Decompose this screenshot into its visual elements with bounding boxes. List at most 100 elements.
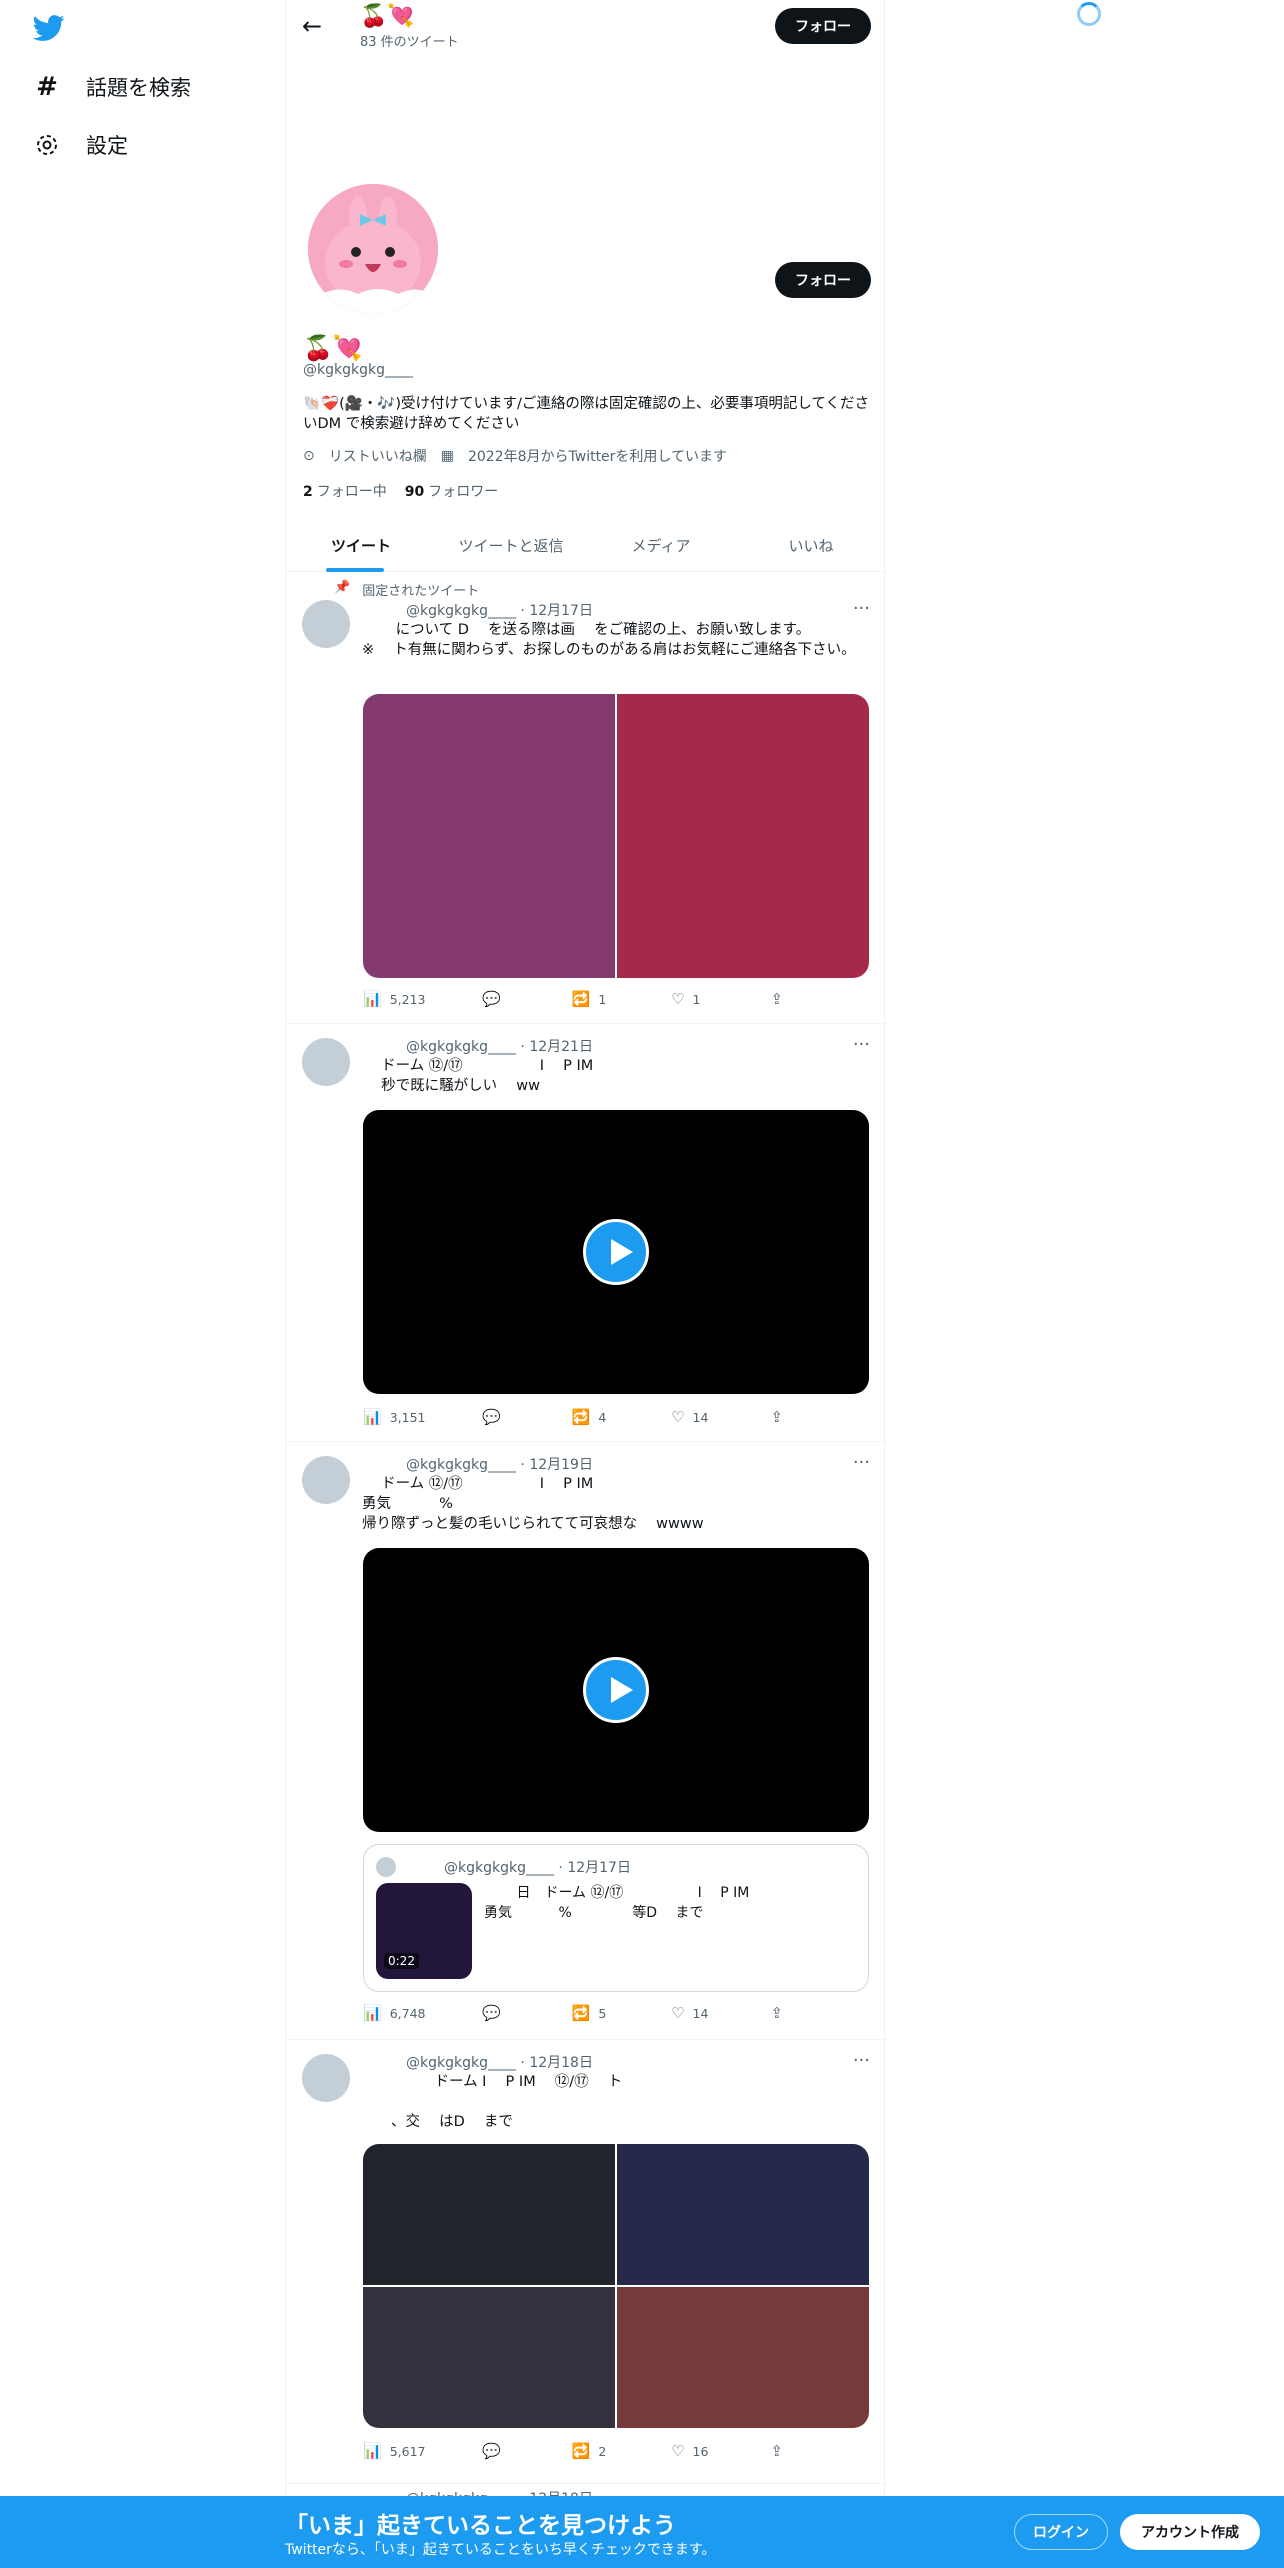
more-icon[interactable]: ··· [853,1452,870,1473]
tweet-actions: 📊 5,617 💬 🔁 2 ♡ 16 ⇪ [363,2442,783,2460]
avatar[interactable] [302,1038,350,1086]
reply-button[interactable]: 💬 [482,2442,571,2460]
quoted-tweet[interactable]: @kgkgkgkg____ · 12月17日 0:22 日 ドーム ⑫/⑰ I … [363,1844,869,1992]
views-count: 5,213 [389,991,426,1007]
following-link[interactable]: 2 フォロー中 [303,481,387,501]
retweet-button[interactable]: 🔁 2 [572,2442,671,2460]
play-icon[interactable] [583,1657,649,1723]
tweet-image[interactable] [617,694,869,978]
tweet-meta[interactable]: @kgkgkgkg____ · 12月21日 [406,1036,593,1056]
tweet-item[interactable]: @kgkgkgkg____ · 12月18日 ··· ドーム I P IM ⑫/… [286,2040,886,2484]
share-icon: ⇪ [770,1408,784,1426]
followers-label: フォロワー [428,484,499,500]
views-count: 5,617 [389,2443,426,2459]
retweet-count: 2 [598,2443,607,2459]
retweet-count: 5 [598,2005,607,2021]
tweet-image-grid[interactable] [363,2144,869,2428]
tweet-item[interactable]: @kgkgkgkg____ · 12月21日 ··· ドーム ⑫/⑰ I P I… [286,1024,886,1442]
views-button[interactable]: 📊 5,213 [363,990,482,1008]
more-icon[interactable]: ··· [853,598,870,619]
like-button[interactable]: ♡ 16 [671,2442,770,2460]
bunny-avatar-image [308,184,438,314]
pinned-label: 固定されたツイート [362,584,480,599]
reply-icon: 💬 [482,2004,501,2022]
twitter-logo-icon[interactable] [30,12,68,44]
reply-button[interactable]: 💬 [482,990,571,1008]
tweet-image[interactable] [363,694,615,978]
gear-icon [34,132,60,158]
tweet-item[interactable]: @kgkgkgkg____ · 12月19日 ··· ドーム ⑫/⑰ I P I… [286,1442,886,2040]
tab-tweets-and-replies[interactable]: ツイートと返信 [436,520,586,571]
share-icon: ⇪ [770,2442,784,2460]
heart-icon: ♡ [671,1408,685,1426]
profile-tabs: ツイート ツイートと返信 メディア いいね [286,520,886,572]
tweet-text: ドーム ⑫/⑰ I P IM 勇気 % 帰り際ずっと髪の毛いじられてて可哀想な … [362,1476,704,1532]
tweet-image[interactable] [363,2144,615,2285]
heart-icon: ♡ [671,2442,685,2460]
views-button[interactable]: 📊 5,617 [363,2442,482,2460]
share-button[interactable]: ⇪ [770,2004,783,2022]
profile-location: リストいいね欄 [328,449,427,465]
tweet-meta[interactable]: @kgkgkgkg____ · 12月19日 [406,1454,593,1474]
tweet-video[interactable] [363,1548,869,1832]
tab-likes[interactable]: いいね [736,520,886,571]
profile-avatar[interactable] [304,180,442,318]
avatar[interactable] [302,1456,350,1504]
avatar[interactable] [302,2054,350,2102]
tweet-video[interactable] [363,1110,869,1394]
share-button[interactable]: ⇪ [770,2442,783,2460]
header-follow-button[interactable]: フォロー [775,8,871,44]
retweet-icon: 🔁 [571,990,591,1008]
nav-settings[interactable]: 設定 [34,130,128,160]
pin-icon: 📌 [334,580,351,595]
following-label: フォロー中 [316,484,387,500]
views-button[interactable]: 📊 3,151 [363,1408,482,1426]
profile-bio: 🐚❤️‍🩹(🎥・🎶)受け付けています/ご連絡の際は固定確認の上、必要事項明記して… [303,396,870,432]
tweet-image[interactable] [363,2287,615,2428]
retweet-button[interactable]: 🔁 4 [572,1408,671,1426]
more-icon[interactable]: ··· [853,1034,870,1055]
reply-button[interactable]: 💬 [482,2004,571,2022]
tweet-item[interactable]: 📌 固定されたツイート @kgkgkgkg____ · 12月17日 ··· に… [286,572,886,1024]
profile-column: ← 🍒💘 83 件のツイート フォロー フォロー 🍒💘 @kgkgkgkg___… [285,0,886,2568]
share-button[interactable]: ⇪ [770,1408,783,1426]
chart-icon: 📊 [363,2004,382,2022]
tweet-meta[interactable]: @kgkgkgkg____ · 12月18日 [406,2052,593,2072]
more-icon[interactable]: ··· [853,2050,870,2071]
reply-button[interactable]: 💬 [482,1408,571,1426]
tab-media[interactable]: メディア [586,520,736,571]
reply-icon: 💬 [482,1408,501,1426]
avatar[interactable] [302,600,350,648]
tweet-image[interactable] [617,2144,869,2285]
like-button[interactable]: ♡ 14 [671,1408,770,1426]
share-button[interactable]: ⇪ [770,990,783,1008]
tweet-image[interactable] [617,2287,869,2428]
profile-joined: 2022年8月からTwitterを利用しています [467,449,728,465]
tweet-image-grid[interactable] [363,694,869,978]
banner-title: 「いま」起きていることを見つけよう [285,2513,676,2539]
tweet-actions: 📊 3,151 💬 🔁 4 ♡ 14 ⇪ [363,1408,783,1426]
views-button[interactable]: 📊 6,748 [363,2004,482,2022]
nav-explore[interactable]: # 話題を検索 [34,72,191,102]
loading-spinner-icon [1077,2,1101,26]
play-icon[interactable] [583,1219,649,1285]
login-button[interactable]: ログイン [1014,2514,1108,2550]
tab-tweets[interactable]: ツイート [286,520,436,572]
retweet-button[interactable]: 🔁 1 [572,990,671,1008]
create-account-button[interactable]: アカウント作成 [1120,2514,1260,2550]
retweet-icon: 🔁 [571,2442,591,2460]
like-button[interactable]: ♡ 14 [671,2004,770,2022]
reply-icon: 💬 [482,2442,501,2460]
followers-link[interactable]: 90 フォロワー [405,481,498,501]
quote-video-thumbnail[interactable]: 0:22 [376,1883,472,1979]
back-arrow-icon[interactable]: ← [302,12,322,40]
retweet-button[interactable]: 🔁 5 [572,2004,671,2022]
tweet-actions: 📊 6,748 💬 🔁 5 ♡ 14 ⇪ [363,2004,783,2022]
quote-text: 日 ドーム ⑫/⑰ I P IM 勇気 % 等D まで [484,1885,750,1921]
tweet-meta[interactable]: @kgkgkgkg____ · 12月17日 [406,600,593,620]
signup-banner: 「いま」起きていることを見つけよう Twitterなら、「いま」起きていることを… [0,2496,1284,2568]
heart-icon: ♡ [671,990,685,1008]
profile-follow-button[interactable]: フォロー [775,262,871,298]
views-count: 6,748 [389,2005,426,2021]
like-button[interactable]: ♡ 1 [671,990,770,1008]
